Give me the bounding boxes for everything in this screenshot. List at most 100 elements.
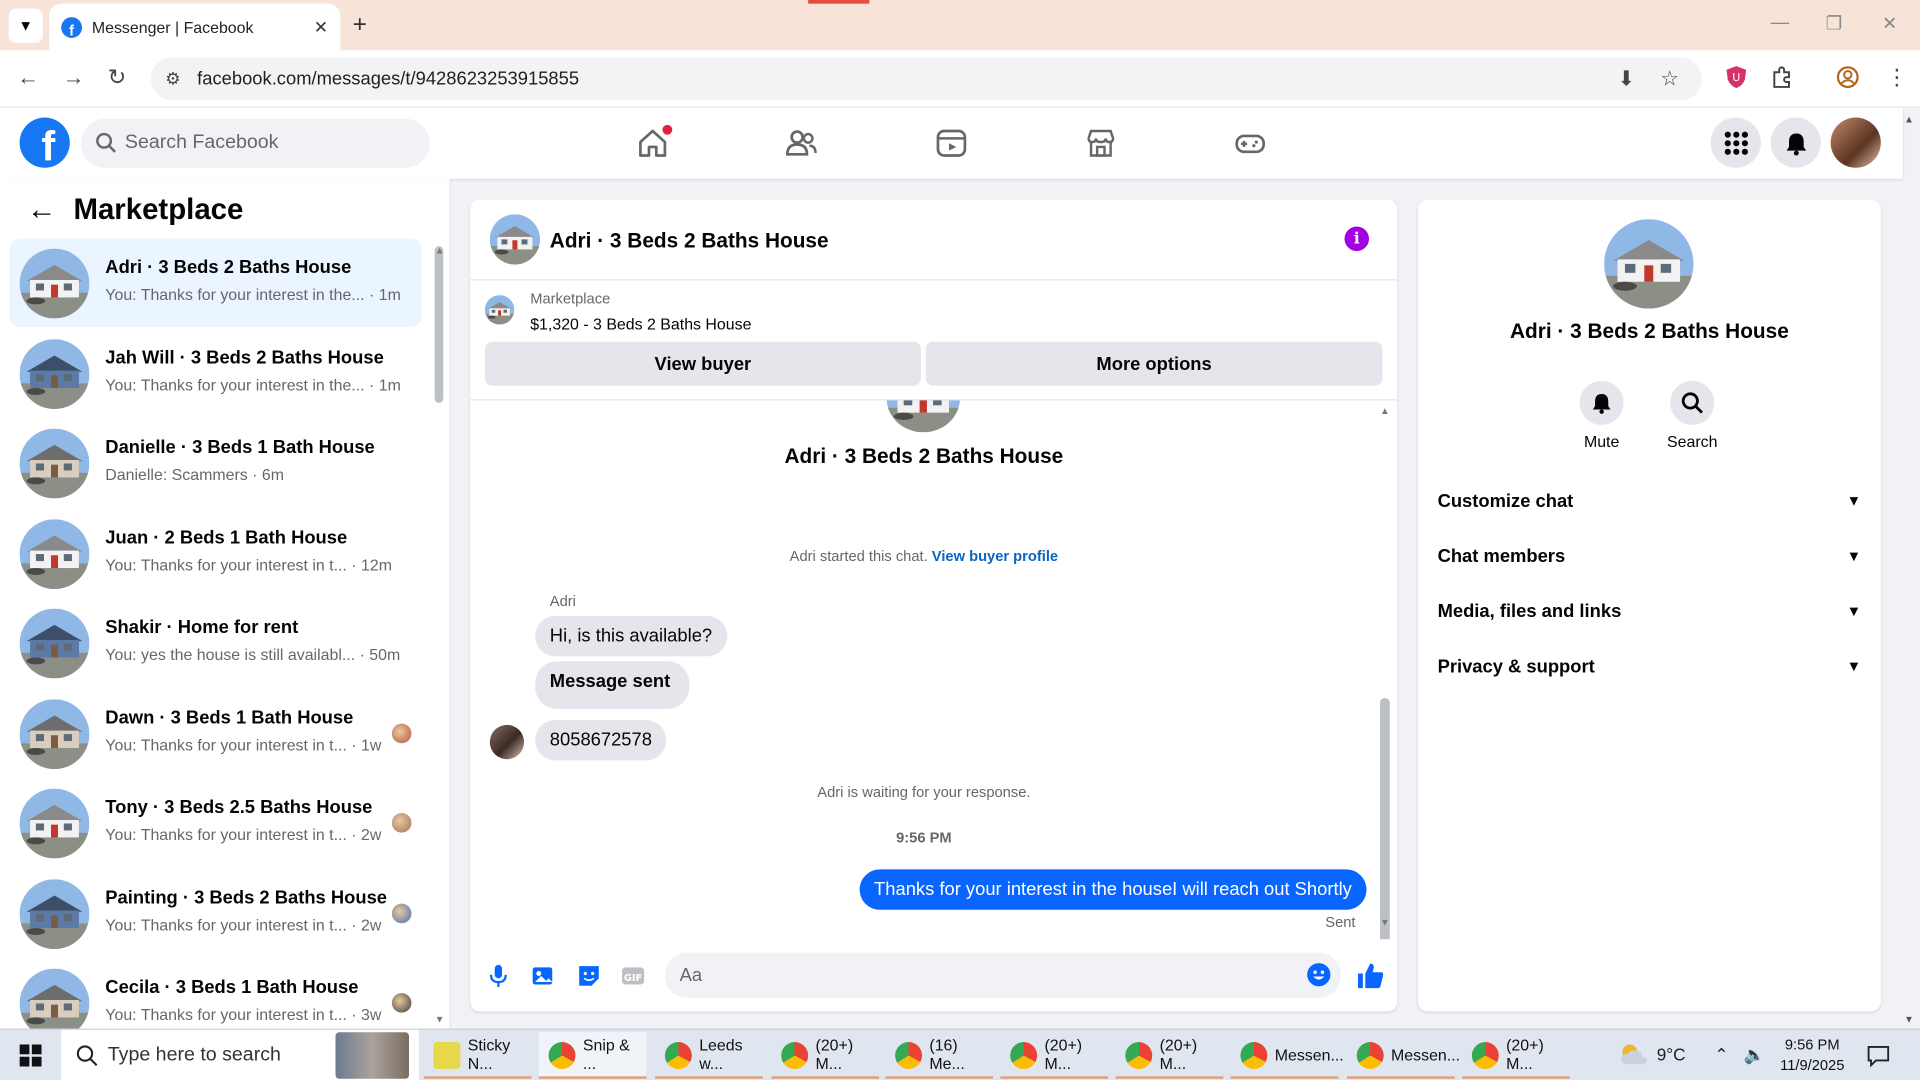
photo-icon[interactable]	[531, 964, 555, 988]
restore-icon[interactable]: ❐	[1826, 12, 1842, 34]
address-bar[interactable]: ⚙ facebook.com/messages/t/94286232539158…	[150, 57, 1703, 101]
conversation-item[interactable]: Shakir · Home for rent You: yes the house…	[10, 599, 421, 687]
conversation-time: 2w	[361, 915, 382, 934]
page-scroll-down-icon[interactable]: ▼	[1904, 1014, 1914, 1025]
chat-avatar[interactable]	[1604, 219, 1694, 309]
taskbar-app-button[interactable]: Leeds w...	[655, 1032, 763, 1079]
gif-icon[interactable]: GIF	[621, 964, 645, 988]
reload-icon[interactable]: ↻	[108, 65, 126, 91]
listing-thumbnail[interactable]	[484, 295, 515, 325]
taskbar-app-button[interactable]: Snip & ...	[538, 1032, 647, 1079]
taskbar-search-input[interactable]: Type here to search	[61, 1029, 419, 1080]
scroll-up-icon[interactable]: ▲	[435, 245, 445, 256]
volume-icon[interactable]: 🔈	[1744, 1044, 1765, 1065]
browser-toolbar: ← → ↻ ⚙ facebook.com/messages/t/94286232…	[0, 50, 1920, 108]
weather-temperature[interactable]: 9°C	[1657, 1044, 1686, 1064]
conversation-item[interactable]: Jah Will · 3 Beds 2 Baths House You: Than…	[10, 329, 421, 417]
conversation-item[interactable]: Cecila · 3 Beds 1 Bath House You: Thanks …	[10, 959, 421, 1029]
customize-chat-section[interactable]: Customize chat ▼	[1438, 476, 1862, 525]
chat-members-section[interactable]: Chat members ▼	[1438, 531, 1862, 580]
new-tab-button[interactable]: +	[353, 11, 367, 39]
marketplace-listing-bar: Marketplace $1,320 - 3 Beds 2 Baths Hous…	[470, 280, 1398, 401]
chat-listing-thumbnail[interactable]	[489, 214, 541, 265]
taskbar-app-button[interactable]: Messen...	[1346, 1032, 1460, 1079]
view-buyer-button[interactable]: View buyer	[484, 341, 921, 386]
conversation-title: Tony · 3 Beds 2.5 Baths House	[105, 797, 373, 818]
conversation-time: 6m	[261, 465, 285, 484]
mute-button[interactable]: Mute	[1553, 380, 1651, 451]
facebook-search-input[interactable]: Search Facebook	[80, 118, 430, 168]
facebook-logo[interactable]: f	[19, 117, 70, 168]
scroll-down-icon[interactable]: ▼	[1380, 917, 1390, 928]
watch-video-icon[interactable]	[934, 126, 968, 160]
conversation-item[interactable]: Painting · 3 Beds 2 Baths House You: Than…	[10, 869, 421, 957]
list-title: Marketplace	[73, 193, 244, 227]
scroll-up-icon[interactable]: ▲	[1380, 405, 1390, 416]
extensions-puzzle-icon[interactable]	[1769, 65, 1793, 89]
gaming-icon[interactable]	[1233, 126, 1267, 160]
taskbar-app-button[interactable]: (20+) M...	[1115, 1032, 1224, 1079]
privacy-support-section[interactable]: Privacy & support ▼	[1438, 642, 1862, 691]
thumbs-up-icon[interactable]	[1356, 961, 1385, 990]
notification-center-icon[interactable]	[1866, 1043, 1890, 1068]
incoming-message[interactable]: 8058672578	[535, 720, 667, 761]
scroll-down-icon[interactable]: ▼	[435, 1014, 445, 1025]
bookmark-star-icon[interactable]: ☆	[1660, 67, 1679, 91]
account-avatar[interactable]	[1830, 117, 1881, 168]
emoji-icon[interactable]	[1307, 962, 1331, 987]
incoming-message[interactable]: Message sent	[535, 661, 690, 709]
browser-tab[interactable]: f Messenger | Facebook ✕	[48, 3, 341, 51]
close-window-icon[interactable]: ✕	[1882, 12, 1897, 34]
list-scrollbar[interactable]	[434, 246, 444, 403]
conversation-item[interactable]: Adri · 3 Beds 2 Baths House You: Thanks f…	[9, 238, 422, 327]
back-icon[interactable]: ←	[17, 65, 39, 91]
conversation-item[interactable]: Dawn · 3 Beds 1 Bath House You: Thanks fo…	[10, 689, 421, 777]
chat-scrollbar[interactable]	[1380, 697, 1390, 940]
minimize-icon[interactable]: —	[1771, 12, 1789, 33]
media-files-links-section[interactable]: Media, files and links ▼	[1438, 587, 1862, 636]
marketplace-icon[interactable]	[1084, 126, 1118, 160]
outgoing-message[interactable]: Thanks for your interest in the houseI w…	[859, 869, 1367, 910]
browser-menu-icon[interactable]: ⋮	[1886, 65, 1908, 91]
weather-icon[interactable]	[1616, 1040, 1650, 1069]
friends-icon[interactable]	[784, 126, 818, 160]
incoming-message[interactable]: Hi, is this available?	[535, 615, 727, 657]
conversation-item[interactable]: Juan · 2 Beds 1 Bath House You: Thanks fo…	[10, 509, 421, 597]
search-icon	[96, 132, 116, 153]
info-icon[interactable]: i	[1344, 226, 1369, 252]
message-input[interactable]: Aa	[664, 952, 1341, 998]
taskbar-app-button[interactable]: Messen...	[1230, 1032, 1344, 1079]
page-scroll-up-icon[interactable]: ▲	[1904, 114, 1914, 125]
chat-title[interactable]: Adri · 3 Beds 2 Baths House	[550, 229, 829, 253]
taskbar-app-button[interactable]: (20+) M...	[771, 1032, 880, 1079]
install-app-icon[interactable]: ⬇	[1618, 67, 1635, 91]
site-info-icon[interactable]: ⚙	[165, 69, 180, 90]
taskbar-app-label: (20+) M...	[1159, 1035, 1198, 1073]
taskbar-clock[interactable]: 9:56 PM 11/9/2025	[1763, 1035, 1861, 1077]
windows-start-icon[interactable]	[19, 1044, 42, 1067]
conversation-item[interactable]: Danielle · 3 Beds 1 Bath House Danielle: …	[10, 419, 421, 507]
view-buyer-profile-link[interactable]: View buyer profile	[932, 547, 1058, 564]
microphone-icon[interactable]	[486, 964, 510, 988]
conversation-preview: You: Thanks for your interest in the...	[105, 285, 365, 304]
extension-shield-icon[interactable]: U	[1724, 65, 1748, 89]
tray-overflow-icon[interactable]: ⌃	[1714, 1044, 1728, 1065]
menu-grid-button[interactable]	[1710, 117, 1761, 168]
forward-icon[interactable]: →	[62, 65, 84, 91]
sender-avatar[interactable]	[489, 724, 525, 760]
more-options-button[interactable]: More options	[925, 341, 1383, 386]
taskbar-app-button[interactable]: (20+) M...	[1000, 1032, 1109, 1079]
taskbar-app-button[interactable]: (20+) M...	[1462, 1032, 1570, 1079]
taskbar-app-button[interactable]: (16) Me...	[885, 1032, 994, 1079]
profile-icon[interactable]	[1836, 65, 1860, 89]
close-tab-icon[interactable]: ✕	[314, 17, 328, 38]
notifications-button[interactable]	[1770, 117, 1821, 168]
sticker-icon[interactable]	[577, 964, 601, 988]
search-in-conversation-button[interactable]: Search	[1643, 380, 1741, 451]
read-receipt-avatar	[391, 993, 412, 1013]
tab-search-button[interactable]: ▼	[8, 8, 43, 43]
listing-price-title[interactable]: $1,320 - 3 Beds 2 Baths House	[530, 315, 751, 333]
conversation-item[interactable]: Tony · 3 Beds 2.5 Baths House You: Thanks…	[10, 779, 421, 867]
taskbar-app-button[interactable]: Sticky N...	[423, 1032, 532, 1079]
back-arrow-icon[interactable]: ←	[27, 193, 56, 227]
